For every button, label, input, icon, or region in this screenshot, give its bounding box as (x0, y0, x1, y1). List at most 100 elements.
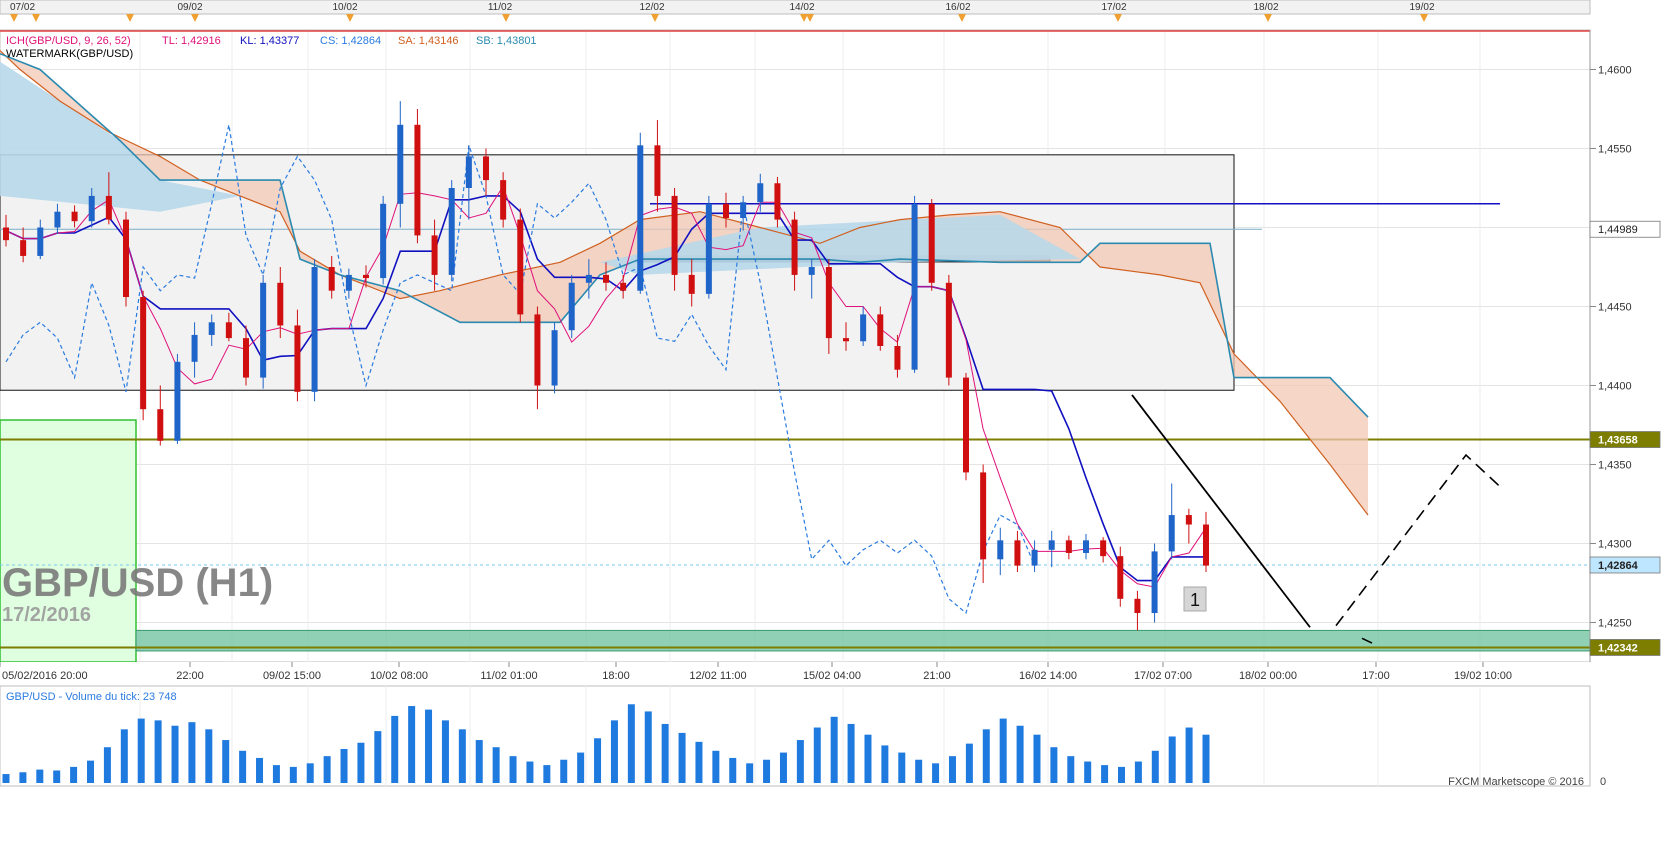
volume-bar (2, 774, 10, 783)
candle-body (705, 203, 712, 294)
candle-body (1134, 598, 1141, 614)
candle-body (311, 267, 318, 392)
price-tick-label: 1,4550 (1598, 144, 1632, 156)
box-label: 1 (1190, 590, 1200, 610)
watermark-indicator: WATERMARK(GBP/USD) (6, 48, 133, 60)
kl-value: KL: 1,43377 (240, 35, 299, 47)
volume-bar (526, 761, 534, 783)
watermark-symbol: GBP/USD (H1) (2, 561, 273, 605)
candle-body (380, 203, 387, 279)
volume-bar (87, 760, 95, 783)
candle-body (71, 211, 78, 222)
candle-body (723, 203, 729, 219)
candle-body (877, 314, 884, 346)
candle-body (157, 409, 164, 441)
candle-body (620, 282, 627, 291)
time-tick-label: 21:00 (923, 670, 951, 682)
candle-body (808, 267, 815, 275)
price-tag-label: 1,42864 (1598, 560, 1639, 572)
volume-bar (70, 766, 78, 783)
volume-bar (374, 731, 382, 783)
candle-body (774, 183, 781, 220)
volume-bar (357, 742, 365, 783)
volume-bar (256, 757, 264, 783)
volume-bar (408, 706, 416, 783)
candle-body (980, 472, 987, 560)
volume-label: GBP/USD - Volume du tick: 23 748 (6, 691, 177, 703)
volume-bar (999, 718, 1007, 783)
chart-window: 07/02 09/02 10/02 11/02 12/02 14/02 16/02 17/02… (0, 0, 1663, 838)
volume-bar (120, 729, 128, 783)
volume-bar (932, 763, 940, 783)
top-date-label: 17/02 (1101, 2, 1126, 13)
candle-body (3, 227, 9, 241)
price-tick-label: 1,4350 (1598, 460, 1632, 472)
candle-body (105, 195, 112, 220)
volume-bar (1033, 734, 1041, 783)
volume-bar (594, 738, 602, 783)
candle-body (551, 330, 558, 386)
candle-body (654, 145, 661, 196)
top-date-label: 14/02 (789, 2, 814, 13)
candle-body (191, 334, 198, 362)
volume-bar (830, 716, 838, 783)
candle-body (1048, 540, 1055, 550)
candle-body (568, 282, 575, 331)
top-date-label: 11/02 (488, 2, 513, 13)
time-tick-label: 18:00 (602, 670, 630, 682)
volume-bar (103, 747, 111, 783)
volume-bar (53, 770, 61, 783)
candle-body (911, 203, 918, 370)
volume-bar (36, 769, 44, 783)
candle-body (448, 188, 455, 275)
volume-bar (543, 765, 551, 783)
volume-bar (746, 763, 754, 783)
volume-bar (1151, 750, 1159, 783)
candle-body (294, 325, 301, 392)
volume-bar (610, 720, 618, 783)
candle-body (1203, 524, 1209, 566)
volume-bar (137, 718, 145, 783)
volume-bar (509, 756, 517, 783)
copyright: FXCM Marketscope © 2016 (1448, 776, 1584, 788)
sa-value: SA: 1,43146 (398, 35, 459, 47)
candle-body (517, 219, 524, 315)
price-tag-label: 1,43658 (1598, 435, 1638, 447)
volume-zero-tick: 0 (1600, 776, 1606, 788)
candle-body (791, 219, 798, 275)
candle-body (688, 274, 695, 294)
volume-bar (627, 704, 635, 783)
price-tick-label: 1,4400 (1598, 381, 1632, 393)
time-tick-label: 11/02 01:00 (480, 670, 537, 682)
candle-body (997, 540, 1004, 560)
volume-bar (1117, 766, 1125, 783)
candle-body (225, 322, 232, 339)
candle-body (260, 282, 267, 378)
candle-body (140, 297, 147, 410)
volume-bar (695, 741, 703, 783)
candle-body (465, 156, 472, 188)
volume-bar (441, 720, 449, 783)
candle-body (603, 274, 609, 283)
candle-body (1083, 540, 1089, 553)
volume-bar (881, 745, 889, 783)
volume-bar (813, 727, 821, 783)
volume-bar (729, 757, 737, 783)
candle-body (1117, 556, 1124, 599)
candle-body (843, 338, 849, 342)
volume-bar (779, 752, 787, 783)
candle-body (54, 211, 61, 228)
volume-bar (306, 763, 314, 783)
top-date-label: 07/02 (10, 2, 35, 13)
volume-bar (898, 752, 906, 783)
candle-body (825, 267, 832, 339)
candle-body (1185, 515, 1192, 525)
volume-bar (982, 729, 990, 783)
candle-body (345, 274, 352, 291)
candle-body (500, 180, 507, 220)
volume-bar (19, 772, 27, 783)
candle-body (20, 240, 27, 256)
volume-bar (965, 743, 973, 783)
candle-body (277, 282, 284, 326)
top-date-label: 18/02 (1253, 2, 1278, 13)
